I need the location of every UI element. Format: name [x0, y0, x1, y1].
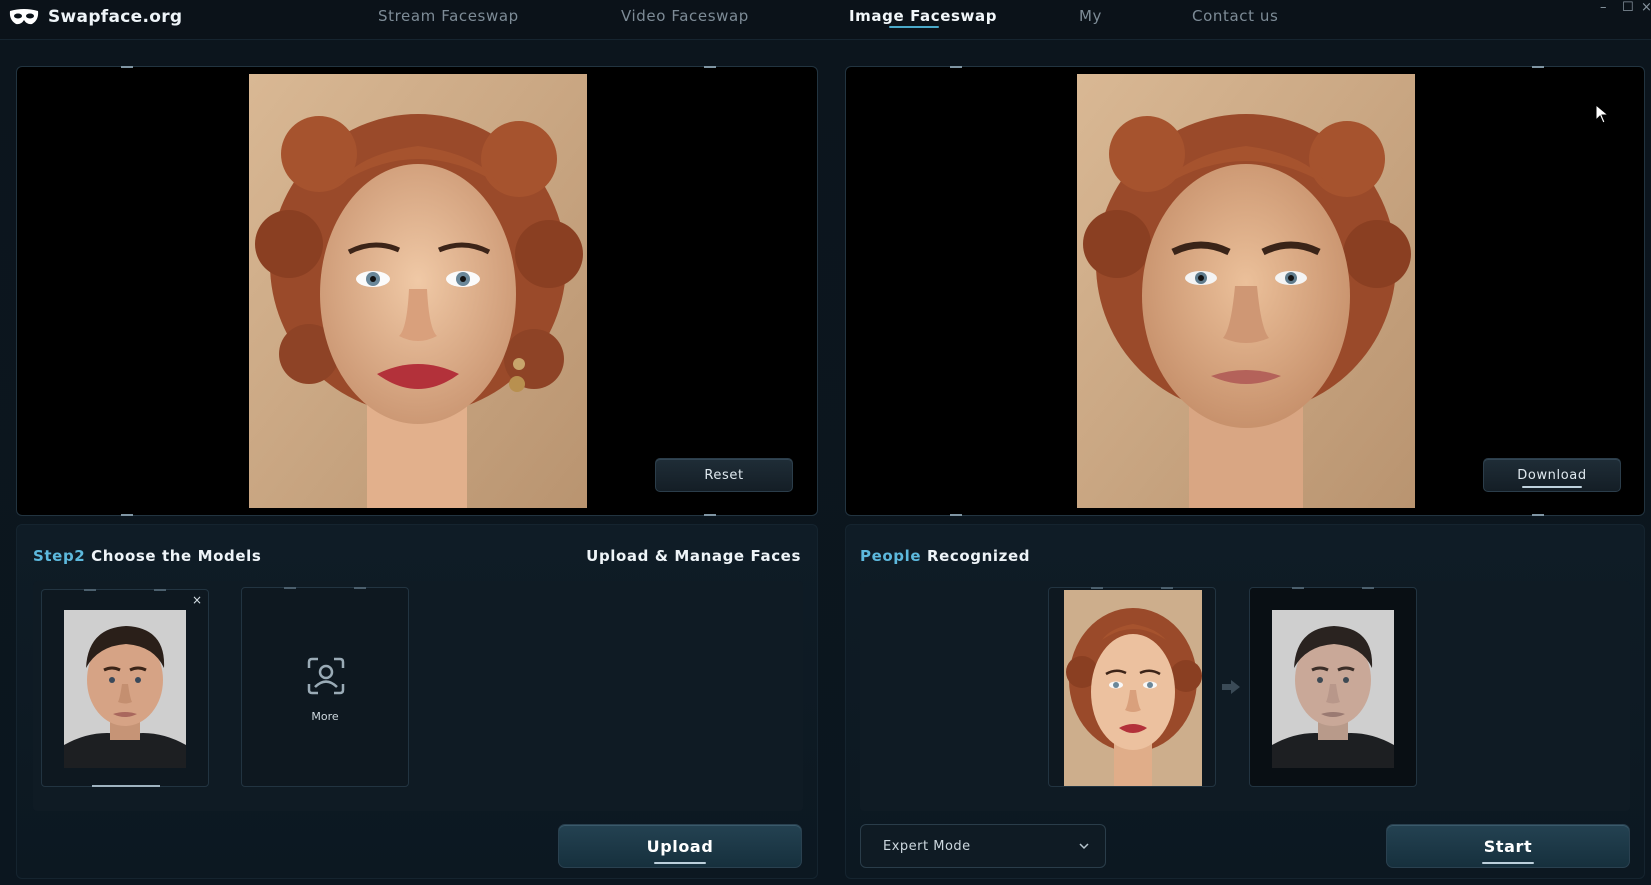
step-label: Step2	[33, 547, 86, 565]
arrow-right-icon	[1222, 680, 1240, 694]
people-highlight: People	[860, 547, 922, 565]
reset-label: Reset	[704, 467, 744, 483]
brand[interactable]: Swapface.org	[8, 4, 182, 30]
target-face-card[interactable]	[1249, 587, 1417, 787]
cursor-icon	[1595, 104, 1609, 124]
download-label: Download	[1517, 467, 1587, 483]
nav-image-faceswap[interactable]: Image Faceswap	[849, 0, 997, 32]
brand-name: Swapface.org	[48, 7, 183, 27]
nav-contact-us[interactable]: Contact us	[1192, 0, 1278, 32]
mode-select-value: Expert Mode	[883, 838, 971, 854]
mode-select[interactable]: Expert Mode	[860, 824, 1106, 868]
people-recognized-section: People Recognized Expert Mode Start	[845, 524, 1645, 879]
result-photo	[1077, 74, 1415, 508]
people-section-title: People Recognized	[860, 547, 1030, 565]
models-title-text: Choose the Models	[85, 547, 262, 565]
people-title-text: Recognized	[921, 547, 1031, 565]
models-list: × More	[33, 581, 803, 811]
nav-video-faceswap[interactable]: Video Faceswap	[621, 0, 749, 32]
face-scan-icon	[307, 657, 345, 695]
upload-manage-faces-link[interactable]: Upload & Manage Faces	[586, 547, 801, 565]
remove-model-button[interactable]: ×	[192, 593, 202, 607]
start-button[interactable]: Start	[1386, 824, 1630, 868]
reset-button[interactable]: Reset	[655, 458, 793, 492]
close-window-button[interactable]: ×	[1641, 0, 1651, 15]
models-section: Step2 Choose the Models Upload & Manage …	[16, 524, 818, 879]
recognized-face-card[interactable]	[1048, 587, 1216, 787]
nav-stream-faceswap[interactable]: Stream Faceswap	[378, 0, 519, 32]
chevron-down-icon	[1079, 843, 1089, 850]
upload-label: Upload	[646, 836, 714, 856]
source-photo	[249, 74, 587, 508]
minimize-button[interactable]: –	[1600, 0, 1607, 15]
models-section-title: Step2 Choose the Models	[33, 547, 261, 565]
target-face-photo	[1272, 610, 1394, 768]
result-image-panel: Download	[845, 66, 1645, 516]
maximize-button[interactable]: ☐	[1622, 0, 1634, 15]
source-image-panel: Reset	[16, 66, 818, 516]
model-photo	[64, 610, 186, 768]
upload-button[interactable]: Upload	[558, 824, 802, 868]
app-window: Swapface.org Stream Faceswap Video Faces…	[0, 0, 1651, 885]
more-models-card[interactable]: More	[241, 587, 409, 787]
recognized-face-photo	[1064, 590, 1202, 786]
top-bar: Swapface.org Stream Faceswap Video Faces…	[0, 0, 1651, 40]
mask-icon	[9, 9, 39, 25]
more-label: More	[311, 710, 339, 723]
start-label: Start	[1483, 836, 1533, 856]
download-button[interactable]: Download	[1483, 458, 1621, 492]
recognized-faces-area	[860, 581, 1630, 811]
nav-my[interactable]: My	[1079, 0, 1102, 32]
model-card-selected[interactable]: ×	[41, 589, 209, 787]
